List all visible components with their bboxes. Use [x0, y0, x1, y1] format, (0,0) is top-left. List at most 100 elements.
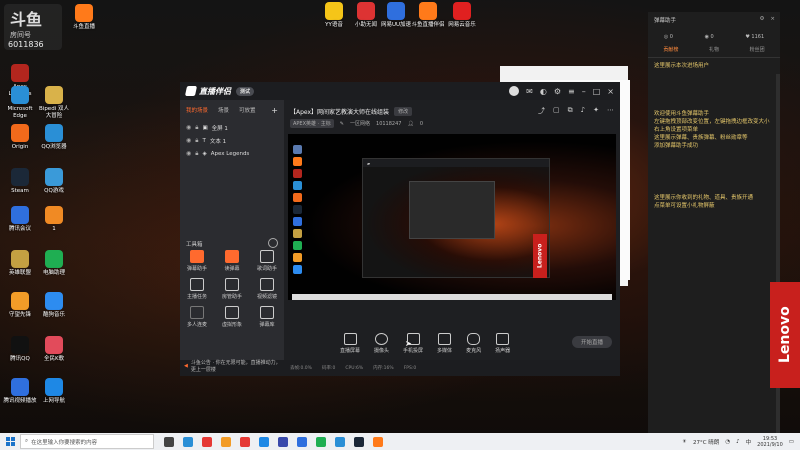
volume-icon[interactable]: ♪: [736, 439, 740, 445]
taskbar-app-icon[interactable]: [240, 436, 250, 447]
desktop-icon[interactable]: 腾讯会议: [2, 206, 38, 233]
desktop-icon[interactable]: 全民K歌: [36, 336, 72, 363]
taskbar-clock[interactable]: 19:53 2021/9/10: [757, 436, 783, 448]
tab-fans[interactable]: 粉丝团: [750, 46, 765, 53]
desktop-icon[interactable]: 网易云音乐: [444, 2, 480, 29]
desktop-icon[interactable]: 斗鱼直播伴侣: [410, 2, 446, 29]
desktop-icon[interactable]: QQ游戏: [36, 168, 72, 195]
desktop-icon[interactable]: 腾讯视频播放: [2, 378, 38, 405]
menu-icon[interactable]: ≡: [568, 87, 575, 96]
more-icon[interactable]: [268, 238, 278, 248]
copy-icon[interactable]: ⧉: [568, 106, 573, 116]
network-icon[interactable]: ◔: [725, 439, 730, 445]
desktop-icon[interactable]: Steam: [2, 168, 38, 195]
taskbar-app-icon[interactable]: [221, 436, 231, 447]
taskbar-app-icon[interactable]: [316, 436, 326, 447]
tool-button[interactable]: 歌词助手: [252, 250, 282, 272]
start-button[interactable]: [0, 437, 20, 446]
more-icon[interactable]: ⋯: [607, 106, 614, 116]
maximize-icon[interactable]: □: [593, 87, 601, 96]
taskbar-app-icon[interactable]: [278, 436, 288, 447]
desktop-icon[interactable]: 电脑助理: [36, 250, 72, 277]
weather-icon[interactable]: ☀: [682, 439, 687, 445]
settings-icon[interactable]: ⚙: [554, 87, 561, 96]
taskbar-search-input[interactable]: ⌕ 在这里输入你要搜索的内容: [20, 434, 154, 449]
danmu-assistant-panel[interactable]: 弹幕助手 ⚙ × ◎ 0 ◉ 0 ♥ 1161 贡献榜 礼物 粉丝团 这里展示本…: [648, 12, 780, 438]
window-icon[interactable]: ▢: [553, 106, 560, 116]
settings-icon[interactable]: ⚙: [759, 16, 764, 24]
taskbar-app-icon[interactable]: [164, 436, 174, 447]
desktop-icon[interactable]: Origin: [2, 124, 38, 151]
gift-icon[interactable]: ✦: [593, 106, 599, 116]
streaming-app-window[interactable]: 直播伴侣 测试 ✉ ◐ ⚙ ≡ – □ × 我的场景 场景 可放置 + ◉ 🔒︎…: [180, 82, 620, 376]
desktop-icon[interactable]: 上网导航: [36, 378, 72, 405]
skin-icon[interactable]: ◐: [540, 87, 547, 96]
tool-button[interactable]: 主播任务: [182, 278, 212, 300]
tool-button[interactable]: 视频滤镜: [252, 278, 282, 300]
stream-title[interactable]: 【Apex】网间家艺教演大师在线组装: [290, 107, 389, 116]
weather-text[interactable]: 27°C 晴朗: [693, 438, 719, 446]
media-button[interactable]: 多媒体: [437, 333, 452, 354]
desktop-icon[interactable]: 网易UU加速: [378, 2, 414, 29]
stream-preview[interactable]: ▰ Lenovo ➤: [288, 134, 616, 348]
source-row[interactable]: ◉ 🔒︎ ◈ Apex Legends: [180, 145, 284, 158]
meta-room: 一区网络: [350, 121, 371, 127]
tool-button[interactable]: 弹幕助手: [182, 250, 212, 272]
tab-my-scenes[interactable]: 我的场景: [186, 106, 208, 115]
microphone-button[interactable]: 麦克风: [466, 333, 481, 354]
bell-icon[interactable]: ♪: [581, 106, 585, 116]
desktop-icon[interactable]: 腾讯QQ: [2, 336, 38, 363]
avatar[interactable]: [509, 86, 520, 96]
tool-button[interactable]: 虚拟形象: [217, 306, 247, 328]
desktop-icon[interactable]: QQ浏览器: [36, 124, 72, 151]
taskbar-app-icon[interactable]: [202, 436, 212, 447]
desktop-icon[interactable]: Microsoft Edge: [2, 86, 38, 120]
lock-icon[interactable]: 🔒︎: [195, 137, 198, 145]
tool-button[interactable]: 房管助手: [217, 278, 247, 300]
taskbar-app-icon[interactable]: [354, 436, 364, 447]
tool-button[interactable]: 弹幕库: [252, 306, 282, 328]
close-icon[interactable]: ×: [607, 87, 614, 96]
desktop-icon[interactable]: 1: [36, 206, 72, 233]
source-row[interactable]: ◉ 🔒︎ ▣ 全屏 1: [180, 119, 284, 132]
camera-button[interactable]: 摄像头: [374, 333, 389, 354]
taskbar-app-icon[interactable]: [183, 436, 193, 447]
taskbar-app-icon[interactable]: [373, 436, 383, 447]
tab-contribution[interactable]: 贡献榜: [663, 46, 678, 53]
add-scene-icon[interactable]: +: [271, 106, 278, 115]
desktop-icon[interactable]: Bipedi 双人 大冒险: [36, 86, 72, 120]
category-badge[interactable]: APEX英雄 · 主标: [290, 119, 334, 128]
start-stream-button[interactable]: 开始直播: [572, 336, 612, 348]
notice-bar[interactable]: ◀ 斗鱼公告 · 你在无限可能，直播推动力，更上一层楼: [184, 359, 284, 373]
tool-button[interactable]: 读弹幕: [217, 250, 247, 272]
speaker-button[interactable]: 扬声器: [495, 333, 510, 354]
message-icon[interactable]: ✉: [526, 87, 533, 96]
eye-icon[interactable]: ◉: [186, 124, 191, 131]
notification-icon[interactable]: ▭: [789, 439, 794, 445]
eye-icon[interactable]: ◉: [186, 137, 191, 144]
phone-cast-button[interactable]: 手机投屏: [403, 333, 423, 354]
edit-icon[interactable]: ✎: [340, 121, 344, 127]
taskbar-app-icon[interactable]: [259, 436, 269, 447]
desktop-icon[interactable]: 英雄联盟: [2, 250, 38, 277]
desktop-icon[interactable]: YY语音: [316, 2, 352, 29]
screen-capture-button[interactable]: 直播屏幕: [340, 333, 360, 354]
source-row[interactable]: ◉ 🔒︎ T 文本 1: [180, 132, 284, 145]
desktop-icon[interactable]: 守望先锋: [2, 292, 38, 319]
eye-icon[interactable]: ◉: [186, 150, 191, 157]
tool-button[interactable]: 多人连麦: [182, 306, 212, 328]
taskbar-app-icon[interactable]: [297, 436, 307, 447]
lock-icon[interactable]: 🔒︎: [195, 150, 198, 158]
minimize-icon[interactable]: –: [582, 87, 586, 96]
close-icon[interactable]: ×: [770, 16, 775, 24]
tab-placeable[interactable]: 可放置: [239, 106, 256, 115]
tab-gifts[interactable]: 礼物: [709, 46, 719, 53]
tab-scenes[interactable]: 场景: [218, 106, 229, 115]
edit-title-button[interactable]: 修改: [394, 106, 413, 116]
share-icon[interactable]: ⤴: [538, 106, 545, 116]
ime-icon[interactable]: 中: [746, 438, 752, 446]
desktop-icon[interactable]: 斗鱼直播: [66, 4, 102, 31]
lock-icon[interactable]: 🔒︎: [195, 124, 198, 132]
taskbar-app-icon[interactable]: [335, 436, 345, 447]
desktop-icon[interactable]: 酷狗音乐: [36, 292, 72, 319]
